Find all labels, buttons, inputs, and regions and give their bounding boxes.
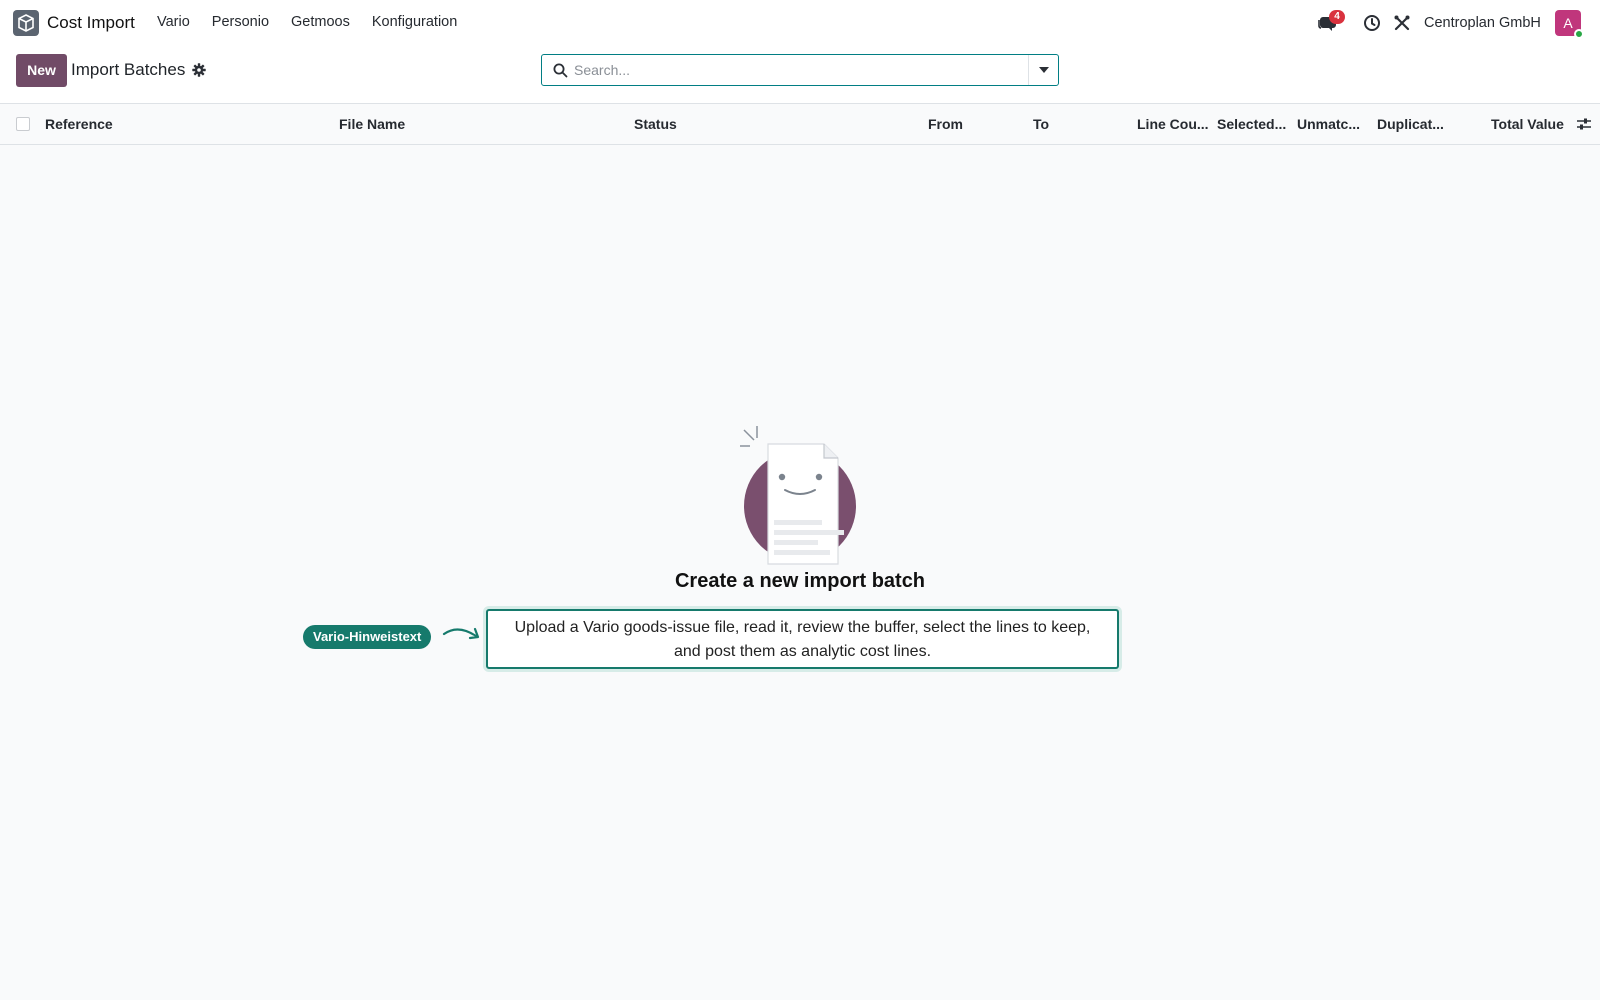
hint-text-line-1: Upload a Vario goods-issue file, read it… bbox=[514, 619, 1091, 636]
empty-document-illustration-icon bbox=[740, 426, 860, 566]
column-from[interactable]: From bbox=[928, 116, 963, 132]
menu-item-konfiguration[interactable]: Konfiguration bbox=[372, 14, 457, 30]
gear-icon[interactable] bbox=[192, 63, 206, 77]
search-bar bbox=[541, 54, 1059, 86]
column-total-value[interactable]: Total Value bbox=[1491, 116, 1564, 132]
column-status[interactable]: Status bbox=[634, 116, 677, 132]
column-reference[interactable]: Reference bbox=[45, 116, 113, 132]
app-name[interactable]: Cost Import bbox=[47, 13, 135, 33]
empty-state-title: Create a new import batch bbox=[674, 570, 926, 592]
select-all-checkbox[interactable] bbox=[16, 117, 30, 131]
user-avatar[interactable]: A bbox=[1555, 10, 1584, 39]
column-selected[interactable]: Selected... bbox=[1217, 116, 1286, 132]
column-duplicates[interactable]: Duplicat... bbox=[1377, 116, 1444, 132]
hint-text-line-2: and post them as analytic cost lines. bbox=[673, 643, 932, 660]
column-to[interactable]: To bbox=[1033, 116, 1049, 132]
main-menu: Vario Personio Getmoos Konfiguration bbox=[157, 14, 479, 30]
list-header: Reference File Name Status From To Line … bbox=[0, 104, 1600, 145]
hint-arrow-icon bbox=[442, 622, 484, 644]
message-count-badge: 4 bbox=[1329, 10, 1345, 24]
debug-tools-icon[interactable] bbox=[1393, 14, 1411, 32]
avatar-letter: A bbox=[1563, 15, 1573, 31]
optional-columns-icon[interactable] bbox=[1576, 117, 1592, 131]
company-switcher[interactable]: Centroplan GmbH bbox=[1424, 15, 1541, 31]
menu-item-vario[interactable]: Vario bbox=[157, 14, 190, 30]
column-unmatched[interactable]: Unmatc... bbox=[1297, 116, 1360, 132]
control-panel: New Import Batches bbox=[0, 46, 1600, 104]
activity-clock-icon[interactable] bbox=[1363, 14, 1381, 32]
caret-down-icon bbox=[1038, 67, 1049, 73]
hint-badge: Vario-Hinweistext bbox=[303, 625, 432, 649]
page-title: Import Batches bbox=[71, 60, 186, 79]
new-button[interactable]: New bbox=[16, 54, 67, 87]
hint-text-box: Upload a Vario goods-issue file, read it… bbox=[486, 609, 1119, 669]
online-status-dot bbox=[1574, 29, 1584, 39]
search-icon bbox=[553, 63, 568, 78]
search-input[interactable] bbox=[574, 56, 1014, 84]
column-file-name[interactable]: File Name bbox=[339, 116, 405, 132]
menu-item-personio[interactable]: Personio bbox=[212, 14, 269, 30]
menu-item-getmoos[interactable]: Getmoos bbox=[291, 14, 350, 30]
messaging-icon[interactable]: 4 bbox=[1317, 10, 1345, 34]
search-options-toggle[interactable] bbox=[1028, 55, 1058, 85]
top-navbar: Cost Import Vario Personio Getmoos Konfi… bbox=[0, 0, 1600, 46]
column-line-count[interactable]: Line Cou... bbox=[1137, 116, 1209, 132]
app-logo-icon[interactable] bbox=[13, 10, 39, 36]
